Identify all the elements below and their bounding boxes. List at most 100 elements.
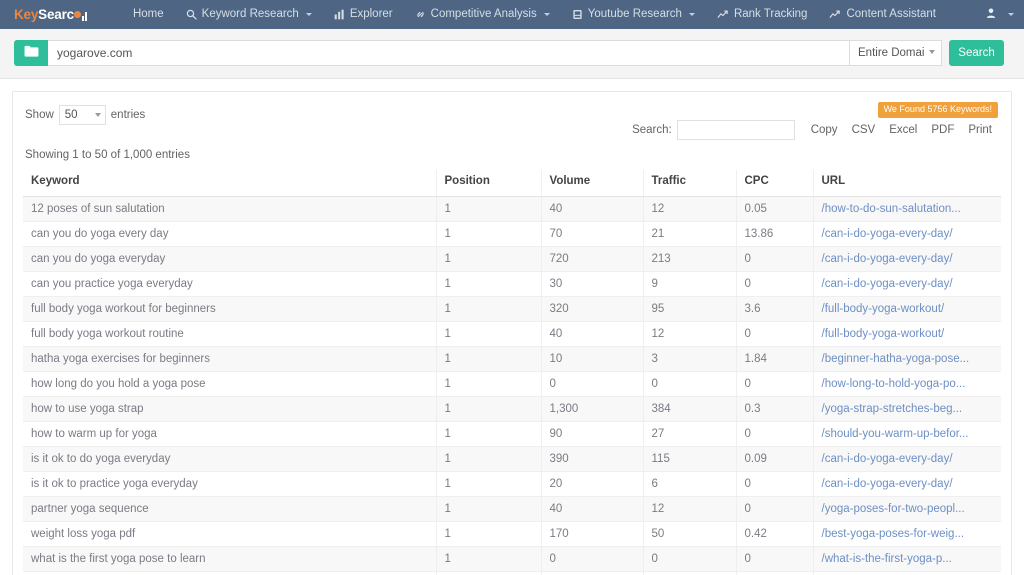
excel-button[interactable]: Excel bbox=[882, 122, 924, 138]
url-link[interactable]: /beginner-hatha-yoga-pose... bbox=[822, 353, 970, 365]
table-row[interactable]: is it ok to do yoga everyday 1 390 115 0.09 /… bbox=[23, 446, 1001, 472]
cell-cpc: 0 bbox=[736, 271, 814, 297]
url-link[interactable]: /full-body-yoga-workout/ bbox=[822, 303, 945, 315]
nav-item-keyword-research[interactable]: Keyword Research bbox=[175, 0, 323, 29]
url-link[interactable]: /should-you-warm-up-befor... bbox=[822, 428, 969, 440]
keysearch-logo[interactable]: Key Searc bbox=[14, 7, 88, 22]
pdf-button[interactable]: PDF bbox=[924, 122, 961, 138]
account-menu[interactable] bbox=[985, 7, 1014, 22]
table-row[interactable]: can you do yoga everyday 1 720 213 0/can-i-d… bbox=[23, 246, 1001, 272]
cell-keyword: how to use yoga strap bbox=[23, 396, 437, 422]
nav-item-competitive-analysis[interactable]: Competitive Analysis bbox=[404, 0, 561, 29]
search-icon bbox=[186, 9, 197, 20]
table-row[interactable]: hatha yoga exercises for beginners 1 10 3 1.… bbox=[23, 346, 1001, 372]
cell-position: 1 bbox=[436, 346, 542, 372]
url-link[interactable]: /how-long-to-hold-yoga-po... bbox=[822, 378, 966, 390]
url-link[interactable]: /can-i-do-yoga-every-day/ bbox=[822, 453, 953, 465]
folder-icon-button[interactable] bbox=[14, 40, 48, 66]
table-row[interactable]: partner yoga sequence 1 40 12 0/yoga-poses-f… bbox=[23, 496, 1001, 522]
url-link[interactable]: /yoga-poses-for-two-peopl... bbox=[822, 503, 965, 515]
cell-cpc: 0.05 bbox=[736, 196, 814, 222]
column-header-volume[interactable]: Volume bbox=[541, 169, 644, 197]
table-row[interactable]: how long do you hold a yoga pose 1 0 0 0/how… bbox=[23, 371, 1001, 397]
cell-position: 1 bbox=[436, 496, 542, 522]
cell-cpc: 0 bbox=[736, 371, 814, 397]
results-table-scroll[interactable]: Keyword Position Volume Traffic CPC URL … bbox=[23, 169, 1001, 575]
table-row[interactable]: weight loss yoga pdf 1 170 50 0.42/best-yoga… bbox=[23, 521, 1001, 547]
nav-label-rank-tracking: Rank Tracking bbox=[733, 8, 808, 20]
cell-volume: 30 bbox=[541, 571, 644, 575]
search-button[interactable]: Search bbox=[949, 40, 1004, 66]
table-row[interactable]: how to use yoga strap 1 1,300 384 0.3/yoga-s… bbox=[23, 396, 1001, 422]
nav-label-home: Home bbox=[132, 8, 164, 20]
entries-per-page-select[interactable]: 50 bbox=[58, 105, 106, 125]
table-row[interactable]: can you do yoga every day 1 70 21 13.86/can-… bbox=[23, 221, 1001, 247]
cell-traffic: 50 bbox=[643, 521, 737, 547]
cell-traffic: 3 bbox=[643, 346, 737, 372]
cell-cpc: 1.84 bbox=[736, 346, 814, 372]
column-header-url[interactable]: URL bbox=[813, 169, 1001, 197]
cell-cpc: 0 bbox=[736, 421, 814, 447]
main-nav: Home Keyword Research Explorer Competiti… bbox=[122, 0, 947, 29]
cell-volume: 0 bbox=[541, 371, 644, 397]
nav-item-home[interactable]: Home bbox=[122, 0, 175, 29]
url-link[interactable]: /how-to-do-sun-salutation... bbox=[822, 203, 961, 215]
cell-position: 1 bbox=[436, 396, 542, 422]
cell-url: /how-to-do-sun-salutation... bbox=[813, 196, 1001, 222]
domain-search-bar: Entire Domain Search bbox=[0, 29, 1024, 79]
table-row[interactable]: how to warm up for yoga 1 90 27 0/should-you… bbox=[23, 421, 1001, 447]
table-row[interactable]: yoga and cardio same day13090/should-i-d… bbox=[23, 571, 1001, 575]
url-link[interactable]: /can-i-do-yoga-every-day/ bbox=[822, 253, 953, 265]
url-link[interactable]: /what-is-the-first-yoga-p... bbox=[822, 553, 952, 565]
cell-url: /can-i-do-yoga-every-day/ bbox=[813, 271, 1001, 297]
table-row[interactable]: full body yoga workout routine 1 40 12 0/ful… bbox=[23, 321, 1001, 347]
column-header-keyword[interactable]: Keyword bbox=[23, 169, 437, 197]
search-scope-select[interactable]: Entire Domain bbox=[850, 40, 942, 66]
cell-position: 1 bbox=[436, 271, 542, 297]
url-link[interactable]: /full-body-yoga-workout/ bbox=[822, 328, 945, 340]
url-link[interactable]: /can-i-do-yoga-every-day/ bbox=[822, 278, 953, 290]
cell-url: /beginner-hatha-yoga-pose... bbox=[813, 346, 1001, 372]
cell-traffic: 6 bbox=[643, 471, 737, 497]
table-row[interactable]: can you practice yoga everyday 1 30 9 0/can-… bbox=[23, 271, 1001, 297]
cell-traffic: 12 bbox=[643, 321, 737, 347]
url-link[interactable]: /best-yoga-poses-for-weig... bbox=[822, 528, 965, 540]
table-search-input[interactable] bbox=[676, 119, 795, 140]
url-link[interactable]: /yoga-strap-stretches-beg... bbox=[822, 403, 963, 415]
print-button[interactable]: Print bbox=[961, 122, 999, 138]
cell-position: 1 bbox=[436, 321, 542, 347]
table-body: 12 poses of sun salutation 1 40 12 0.05/how-… bbox=[23, 196, 1001, 575]
column-header-cpc[interactable]: CPC bbox=[736, 169, 814, 197]
table-row[interactable]: is it ok to practice yoga everyday 1 20 6 0 /… bbox=[23, 471, 1001, 497]
showing-entries-info: Showing 1 to 50 of 1,000 entries bbox=[25, 148, 190, 161]
domain-input[interactable] bbox=[48, 40, 850, 66]
url-link[interactable]: /can-i-do-yoga-every-day/ bbox=[822, 228, 953, 240]
cell-volume: 40 bbox=[541, 196, 644, 222]
table-row[interactable]: full body yoga workout for beginners 1 320… bbox=[23, 296, 1001, 322]
bar-chart-icon bbox=[334, 9, 345, 20]
nav-item-content-assistant[interactable]: Content Assistant bbox=[818, 0, 947, 29]
csv-button[interactable]: CSV bbox=[845, 122, 883, 138]
nav-item-explorer[interactable]: Explorer bbox=[323, 0, 404, 29]
cell-traffic: 27 bbox=[643, 421, 737, 447]
cell-keyword: full body yoga workout for beginners bbox=[23, 296, 437, 322]
cell-volume: 70 bbox=[541, 221, 644, 247]
cell-volume: 1,300 bbox=[541, 396, 644, 422]
copy-button[interactable]: Copy bbox=[804, 122, 845, 138]
link-icon bbox=[415, 9, 426, 20]
cell-cpc: 13.86 bbox=[736, 221, 814, 247]
column-header-position[interactable]: Position bbox=[436, 169, 542, 197]
user-icon bbox=[985, 7, 997, 22]
cell-volume: 0 bbox=[541, 546, 644, 572]
cell-url: /best-yoga-poses-for-weig... bbox=[813, 521, 1001, 547]
table-row[interactable]: 12 poses of sun salutation 1 40 12 0.05/how-… bbox=[23, 196, 1001, 222]
nav-item-youtube-research[interactable]: Youtube Research bbox=[561, 0, 706, 29]
nav-label-keyword-research: Keyword Research bbox=[201, 8, 299, 20]
table-row[interactable]: what is the first yoga pose to learn 1 0 0 0… bbox=[23, 546, 1001, 572]
cell-traffic: 12 bbox=[643, 496, 737, 522]
url-link[interactable]: /can-i-do-yoga-every-day/ bbox=[822, 478, 953, 490]
column-header-traffic[interactable]: Traffic bbox=[643, 169, 737, 197]
chevron-down-icon bbox=[688, 13, 695, 16]
chevron-down-icon bbox=[305, 13, 312, 16]
nav-item-rank-tracking[interactable]: Rank Tracking bbox=[706, 0, 819, 29]
